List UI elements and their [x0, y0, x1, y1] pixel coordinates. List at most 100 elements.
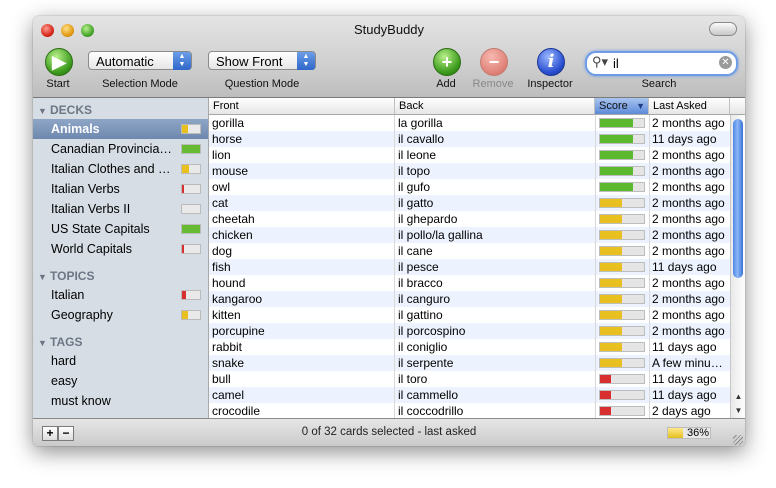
table-row[interactable]: chicken il pollo/la gallina 2 months ago: [209, 227, 730, 243]
sidebar-item[interactable]: Italian Verbs II: [33, 199, 208, 219]
back-cell: il coniglio: [398, 339, 596, 355]
scrollbar-thumb[interactable]: [733, 119, 743, 278]
sidebar-item-score-bar: [181, 224, 201, 234]
sidebar-item[interactable]: Canadian Provincia…: [33, 139, 208, 159]
sidebar-item[interactable]: must know: [33, 391, 208, 411]
start-label: Start: [46, 78, 70, 90]
table-row[interactable]: gorilla la gorilla 2 months ago: [209, 115, 730, 131]
score-bar: [599, 246, 645, 256]
sidebar-item-score-bar: [181, 244, 201, 254]
table-row[interactable]: kangaroo il canguro 2 months ago: [209, 291, 730, 307]
score-fill: [600, 119, 633, 127]
last-asked-cell: 2 months ago: [652, 212, 725, 226]
back-cell: il pollo/la gallina: [398, 227, 596, 243]
decks-heading[interactable]: ▼ DECKS: [38, 103, 92, 117]
score-fill: [600, 215, 622, 223]
chevron-updown-icon: ▲ ▼: [173, 52, 191, 70]
search-input[interactable]: [613, 55, 713, 71]
score-cell: [599, 179, 650, 195]
score-fill: [600, 295, 622, 303]
front-cell: chicken: [212, 227, 395, 243]
scroll-up-icon[interactable]: ▲: [731, 390, 745, 404]
table-row[interactable]: cheetah il ghepardo 2 months ago: [209, 211, 730, 227]
score-fill: [600, 407, 611, 415]
score-fill: [600, 167, 633, 175]
search-field[interactable]: ⚲▾ ✕: [585, 51, 738, 76]
table-row[interactable]: mouse il topo 2 months ago: [209, 163, 730, 179]
table-row[interactable]: crocodile il coccodrillo 2 days ago: [209, 403, 730, 418]
table-row[interactable]: camel il cammello 11 days ago: [209, 387, 730, 403]
score-bar: [599, 198, 645, 208]
sidebar-item-label: hard: [51, 354, 77, 368]
column-header-score[interactable]: Score ▼: [595, 98, 649, 114]
start-button[interactable]: ▶: [45, 48, 73, 76]
clear-search-icon[interactable]: ✕: [719, 56, 732, 69]
question-mode-popup[interactable]: Show Front ▲ ▼: [208, 51, 316, 70]
back-cell: il cammello: [398, 387, 596, 403]
topics-heading[interactable]: ▼ TOPICS: [38, 269, 94, 283]
sidebar-item[interactable]: Italian: [33, 285, 208, 305]
toolbar-toggle-button[interactable]: [709, 22, 737, 36]
sidebar-item-label: Italian Verbs: [51, 182, 120, 196]
table-row[interactable]: hound il bracco 2 months ago: [209, 275, 730, 291]
sidebar-item[interactable]: World Capitals: [33, 239, 208, 259]
front-cell: mouse: [212, 163, 395, 179]
last-asked-cell: 2 days ago: [652, 404, 711, 418]
table-row[interactable]: porcupine il porcospino 2 months ago: [209, 323, 730, 339]
sidebar-item[interactable]: Animals: [33, 119, 208, 139]
table-row[interactable]: owl il gufo 2 months ago: [209, 179, 730, 195]
remove-button[interactable]: −: [480, 48, 508, 76]
search-label: Search: [641, 78, 677, 90]
sidebar-item[interactable]: Geography: [33, 305, 208, 325]
add-label: Add: [436, 78, 456, 90]
front-cell: owl: [212, 179, 395, 195]
sidebar-item[interactable]: easy: [33, 371, 208, 391]
table-row[interactable]: horse il cavallo 11 days ago: [209, 131, 730, 147]
sidebar-item[interactable]: Italian Clothes and …: [33, 159, 208, 179]
back-cell: il topo: [398, 163, 596, 179]
front-cell: cat: [212, 195, 395, 211]
back-cell: il cavallo: [398, 131, 596, 147]
sidebar-item[interactable]: Italian Verbs: [33, 179, 208, 199]
chevron-updown-icon: ▲ ▼: [297, 52, 315, 70]
resize-grip-icon[interactable]: [733, 435, 743, 445]
table-row[interactable]: fish il pesce 11 days ago: [209, 259, 730, 275]
column-header-score-label: Score: [599, 100, 628, 112]
table-row[interactable]: cat il gatto 2 months ago: [209, 195, 730, 211]
selection-mode-popup[interactable]: Automatic ▲ ▼: [88, 51, 192, 70]
column-header-back[interactable]: Back: [395, 98, 595, 114]
add-button[interactable]: +: [433, 48, 461, 76]
scroll-down-icon[interactable]: ▼: [731, 404, 745, 418]
sidebar-item[interactable]: US State Capitals: [33, 219, 208, 239]
back-cell: il toro: [398, 371, 596, 387]
question-mode-label: Question Mode: [224, 78, 300, 90]
status-bar: + − 0 of 32 cards selected - last asked …: [33, 418, 745, 446]
score-fill: [600, 263, 622, 271]
back-cell: il serpente: [398, 355, 596, 371]
table-row[interactable]: kitten il gattino 2 months ago: [209, 307, 730, 323]
selection-mode-value: Automatic: [96, 54, 154, 69]
tags-heading[interactable]: ▼ TAGS: [38, 335, 82, 349]
table-row[interactable]: bull il toro 11 days ago: [209, 371, 730, 387]
table-row[interactable]: rabbit il coniglio 11 days ago: [209, 339, 730, 355]
app-window: StudyBuddy ▶ Start Automatic ▲ ▼ Selectio…: [33, 16, 745, 446]
score-bar: [599, 214, 645, 224]
column-header-last-asked[interactable]: Last Asked: [649, 98, 730, 114]
last-asked-cell: 2 months ago: [652, 292, 725, 306]
score-bar: [599, 390, 645, 400]
sidebar-item-score-bar: [181, 204, 201, 214]
sidebar-item[interactable]: hard: [33, 351, 208, 371]
last-asked-cell: 2 months ago: [652, 116, 725, 130]
inspector-button[interactable]: i: [537, 48, 565, 76]
score-cell: [599, 131, 650, 147]
table-row[interactable]: snake il serpente A few minu…: [209, 355, 730, 371]
last-asked-cell: 2 months ago: [652, 276, 725, 290]
column-header-spacer: [730, 98, 745, 114]
score-bar: [599, 374, 645, 384]
front-cell: horse: [212, 131, 395, 147]
table-row[interactable]: dog il cane 2 months ago: [209, 243, 730, 259]
table-row[interactable]: lion il leone 2 months ago: [209, 147, 730, 163]
overall-score-label: 36%: [687, 427, 710, 439]
column-header-front[interactable]: Front: [209, 98, 395, 114]
vertical-scrollbar[interactable]: ▲ ▼: [730, 115, 745, 418]
